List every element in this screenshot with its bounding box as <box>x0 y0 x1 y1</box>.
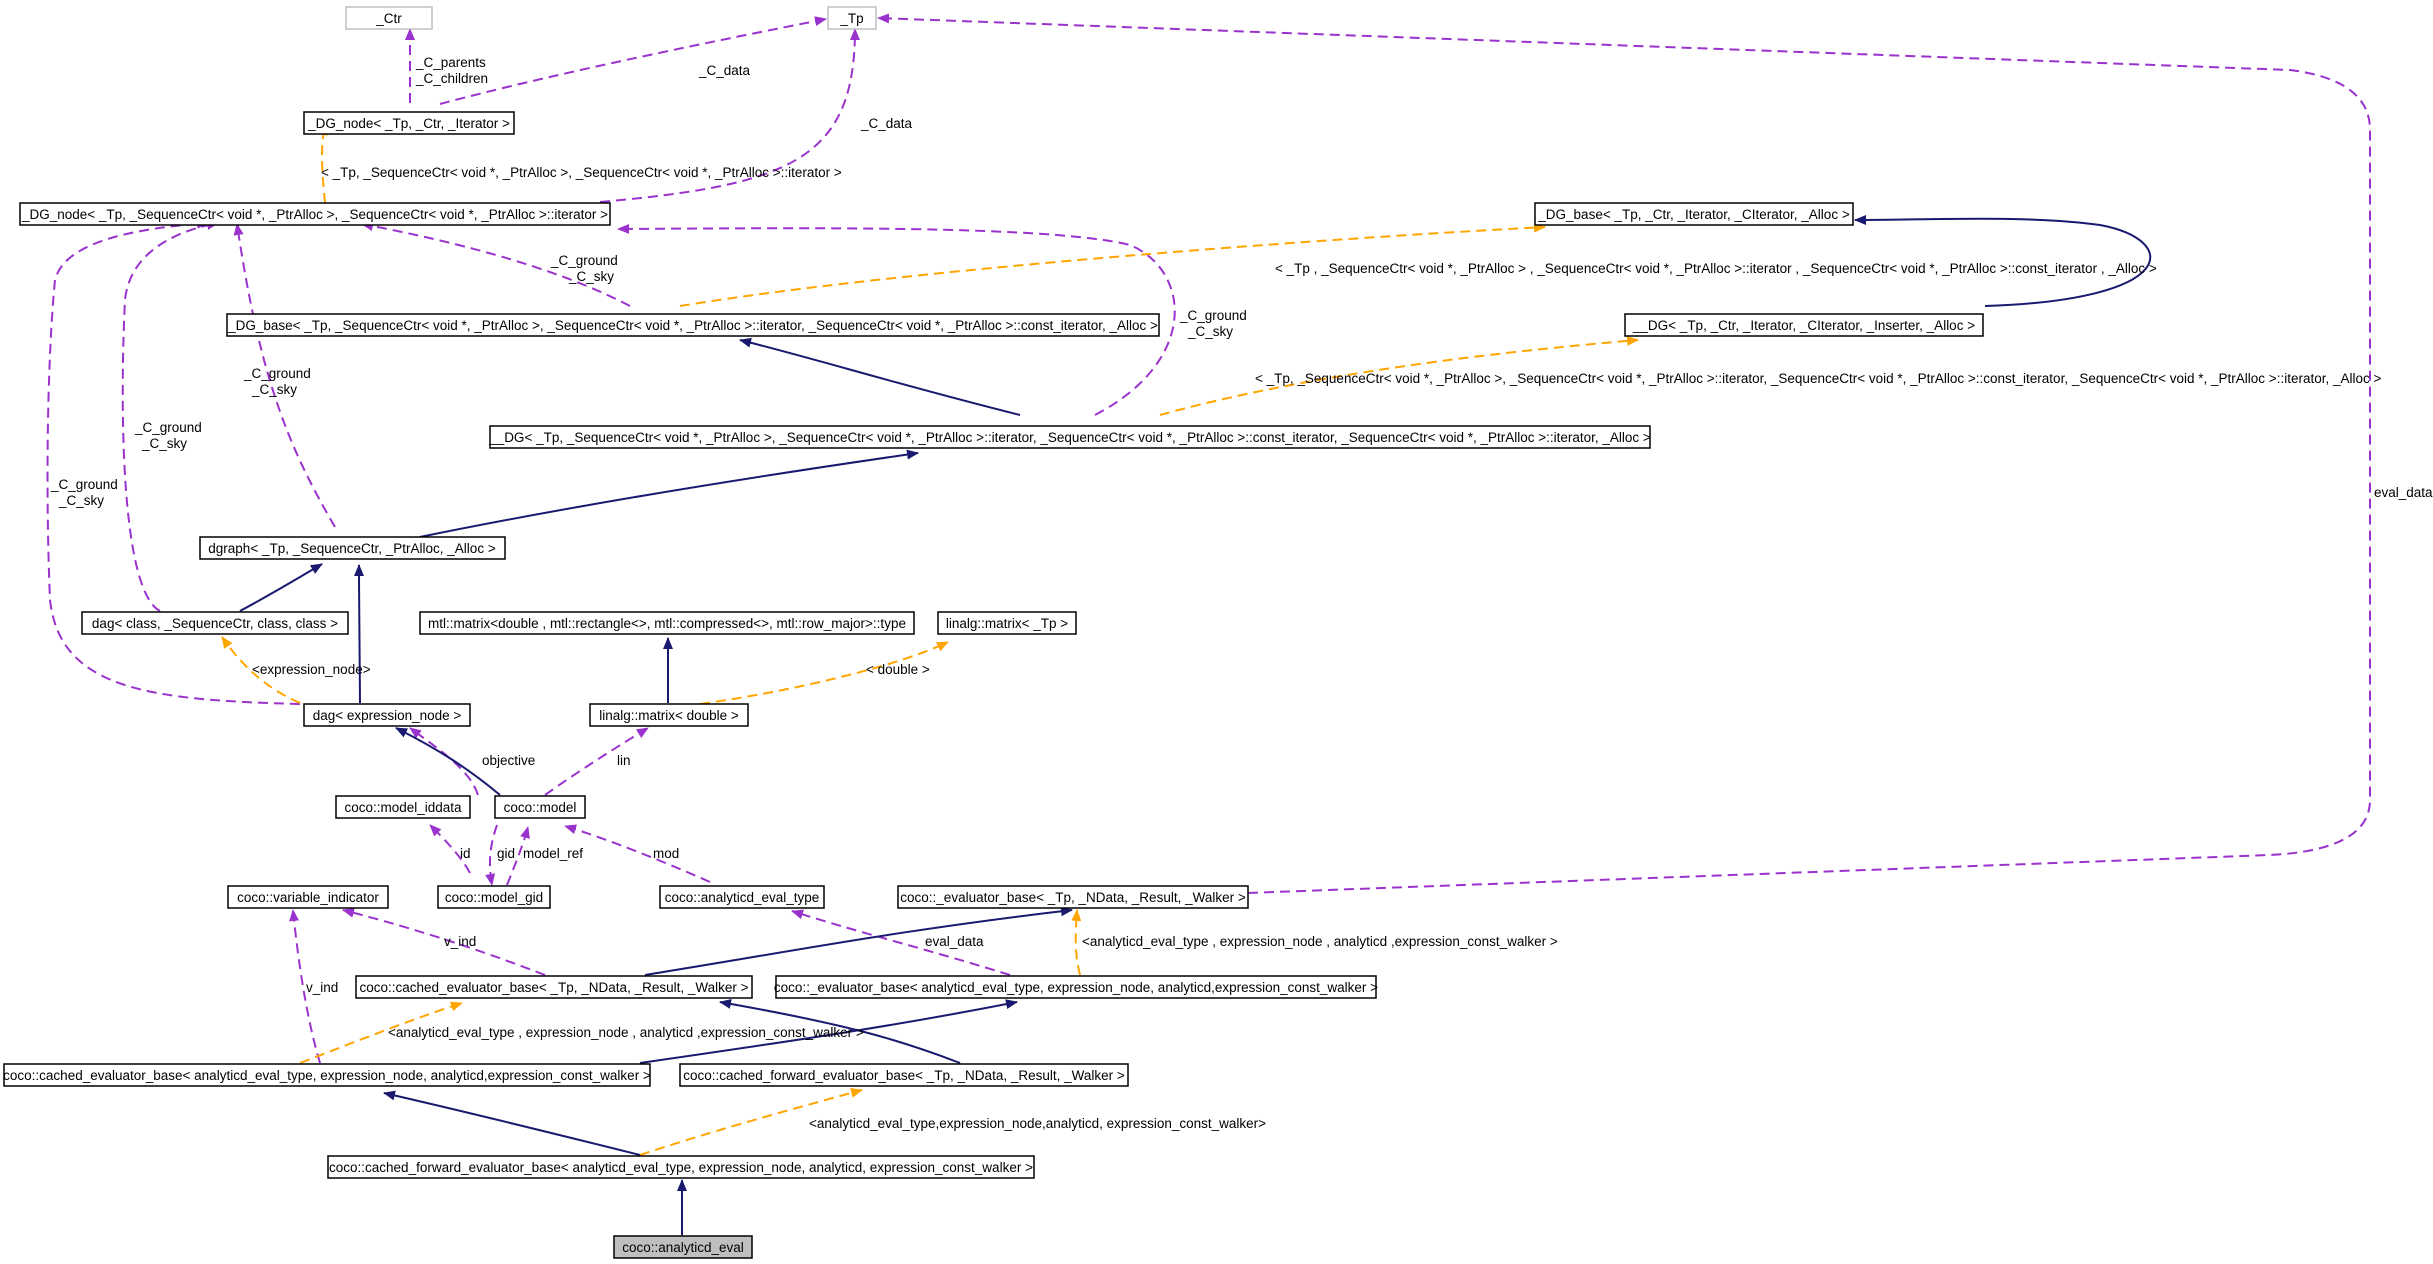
node-label: _DG_base< _Tp, _SequenceCtr< void *, _Pt… <box>227 318 1158 333</box>
node-cached-evaluator-base-generic[interactable]: coco::cached_evaluator_base< _Tp, _NData… <box>355 975 753 999</box>
node-label: _DG_node< _Tp, _SequenceCtr< void *, _Pt… <box>21 207 608 222</box>
edge-label: _C_parents <box>415 55 486 70</box>
node-label: coco::model_gid <box>445 890 543 905</box>
node-label: __DG< _Tp, _SequenceCtr< void *, _PtrAll… <box>488 430 1651 445</box>
node-dag-expression[interactable]: dag< expression_node > <box>303 703 471 727</box>
node-label: coco::analyticd_eval <box>622 1240 744 1255</box>
node-label: coco::cached_forward_evaluator_base< _Tp… <box>683 1068 1125 1083</box>
node-linalg-matrix-double[interactable]: linalg::matrix< double > <box>589 703 749 727</box>
edge-label: _C_sky <box>568 269 614 284</box>
edge-label: model_ref <box>523 846 583 861</box>
edge-evaltype-model-mod <box>564 824 711 883</box>
node-model[interactable]: coco::model <box>494 795 586 819</box>
edge-label: _C_sky <box>141 436 187 451</box>
edge-inh-forwardinst-cachedinst <box>383 1090 641 1156</box>
edge-tp-dgnode-generic <box>439 16 827 105</box>
edge-label: _C_ground <box>50 477 118 492</box>
node-label: linalg::matrix< double > <box>599 708 739 723</box>
node-dg-inst[interactable]: __DG< _Tp, _SequenceCtr< void *, _PtrAll… <box>488 425 1651 449</box>
edge-label: _C_ground <box>134 420 202 435</box>
edge-label: < _Tp , _SequenceCtr< void *, _PtrAlloc … <box>1275 261 2157 276</box>
edge-label: eval_data <box>2374 485 2433 500</box>
node-label: coco::variable_indicator <box>237 890 379 905</box>
edge-label: _C_children <box>415 71 488 86</box>
edge-inh-dgraph-dg <box>419 449 919 538</box>
edge-label: gid <box>497 846 515 861</box>
node-analyticd-eval[interactable]: coco::analyticd_eval <box>613 1235 753 1259</box>
node-label: coco::model_iddata <box>344 800 462 815</box>
edge-label: v_ind <box>306 980 338 995</box>
collaboration-diagram: _C_parents _C_children _C_data _C_data <… <box>3 6 2433 1259</box>
edge-label: _C_ground <box>1179 308 1247 323</box>
node-label: dag< expression_node > <box>313 708 462 723</box>
edge-label: _C_sky <box>251 382 297 397</box>
edge-tp-evaluator-base <box>877 13 2371 894</box>
node-model-iddata[interactable]: coco::model_iddata <box>335 795 471 819</box>
node-dgraph[interactable]: dgraph< _Tp, _SequenceCtr, _PtrAlloc, _A… <box>199 536 506 560</box>
node-label: __DG< _Tp, _Ctr, _Iterator, _CIterator, … <box>1632 318 1975 333</box>
edge-label: <analyticd_eval_type , expression_node ,… <box>1082 934 1558 949</box>
node-variable-indicator[interactable]: coco::variable_indicator <box>227 885 389 909</box>
node-evaluator-base-inst[interactable]: coco::_evaluator_base< analyticd_eval_ty… <box>774 975 1378 999</box>
edge-label: _C_data <box>860 116 913 131</box>
edge-label: _C_ground <box>550 253 618 268</box>
node-cached-forward-generic[interactable]: coco::cached_forward_evaluator_base< _Tp… <box>679 1063 1129 1087</box>
node-dg-generic[interactable]: __DG< _Tp, _Ctr, _Iterator, _CIterator, … <box>1624 313 1984 337</box>
node-mtl-matrix[interactable]: mtl::matrix<double , mtl::rectangle<>, m… <box>419 611 915 635</box>
edge-label: lin <box>617 753 631 768</box>
node-label: coco::cached_forward_evaluator_base< ana… <box>329 1160 1033 1175</box>
node-dag-generic[interactable]: dag< class, _SequenceCtr, class, class > <box>81 611 349 635</box>
node-linalg-matrix-tp[interactable]: linalg::matrix< _Tp > <box>937 611 1077 635</box>
node-cached-forward-inst[interactable]: coco::cached_forward_evaluator_base< ana… <box>327 1155 1035 1179</box>
node-label: linalg::matrix< _Tp > <box>946 616 1068 631</box>
edge-inh-cached-evalbase <box>644 906 1073 976</box>
node-dg-node-inst[interactable]: _DG_node< _Tp, _SequenceCtr< void *, _Pt… <box>19 202 611 226</box>
node-dg-base-generic[interactable]: _DG_base< _Tp, _Ctr, _Iterator, _CIterat… <box>1534 202 1854 226</box>
edge-dag-model-objective <box>409 727 479 796</box>
node-label: coco::cached_evaluator_base< analyticd_e… <box>3 1068 651 1083</box>
edge-label: < _Tp, _SequenceCtr< void *, _PtrAlloc >… <box>1255 371 2381 386</box>
edge-tpl-evalbase <box>1071 909 1082 976</box>
edge-label: _C_sky <box>58 493 104 508</box>
edge-label: id <box>460 846 471 861</box>
node-dg-node-generic[interactable]: _DG_node< _Tp, _Ctr, _Iterator > <box>303 111 515 135</box>
edge-label: _C_data <box>698 63 751 78</box>
node-label: coco::cached_evaluator_base< _Tp, _NData… <box>360 980 749 995</box>
edge-inh-dag-dgraph <box>239 563 323 612</box>
node-label: coco::_evaluator_base< _Tp, _NData, _Res… <box>900 890 1246 905</box>
edge-label: _C_sky <box>1187 324 1233 339</box>
edge-model-gid <box>485 824 498 886</box>
node-label: _Ctr <box>375 11 402 26</box>
node-label: dag< class, _SequenceCtr, class, class > <box>92 616 338 631</box>
node-label: _DG_node< _Tp, _Ctr, _Iterator > <box>307 116 510 131</box>
edge-label: v_ind <box>444 934 476 949</box>
node-tp[interactable]: _Tp <box>827 6 877 30</box>
edge-label: objective <box>482 753 535 768</box>
node-cached-evaluator-base-inst[interactable]: coco::cached_evaluator_base< analyticd_e… <box>3 1063 651 1087</box>
edge-label: <analyticd_eval_type , expression_node ,… <box>388 1025 864 1040</box>
node-label: _Tp <box>839 11 863 26</box>
edge-label: mod <box>653 846 679 861</box>
node-ctr[interactable]: _Ctr <box>345 6 433 30</box>
edge-label: <expression_node> <box>252 662 371 677</box>
edge-linalg-model-lin <box>544 727 649 796</box>
node-label: coco::analyticd_eval_type <box>665 890 820 905</box>
node-label: coco::_evaluator_base< analyticd_eval_ty… <box>774 980 1378 995</box>
edge-inh-dg-dgbase <box>739 337 1021 416</box>
node-model-gid[interactable]: coco::model_gid <box>437 885 551 909</box>
node-label: mtl::matrix<double , mtl::rectangle<>, m… <box>428 616 906 631</box>
node-analyticd-eval-type[interactable]: coco::analyticd_eval_type <box>659 885 825 909</box>
node-label: _DG_base< _Tp, _Ctr, _Iterator, _CIterat… <box>1537 207 1850 222</box>
edge-label: < double > <box>866 662 930 677</box>
node-dg-base-inst[interactable]: _DG_base< _Tp, _SequenceCtr< void *, _Pt… <box>226 313 1160 337</box>
node-label: coco::model <box>504 800 577 815</box>
edge-inh-dagexpr-dgraph <box>354 564 365 704</box>
edge-label: < _Tp, _SequenceCtr< void *, _PtrAlloc >… <box>321 165 842 180</box>
edge-tpl-dgnode <box>318 123 328 204</box>
node-evaluator-base-generic[interactable]: coco::_evaluator_base< _Tp, _NData, _Res… <box>897 885 1249 909</box>
node-label: dgraph< _Tp, _SequenceCtr, _PtrAlloc, _A… <box>208 541 496 556</box>
edge-label: _C_ground <box>243 366 311 381</box>
edge-label: <analyticd_eval_type,expression_node,ana… <box>809 1116 1266 1131</box>
edge-label: eval_data <box>925 934 984 949</box>
